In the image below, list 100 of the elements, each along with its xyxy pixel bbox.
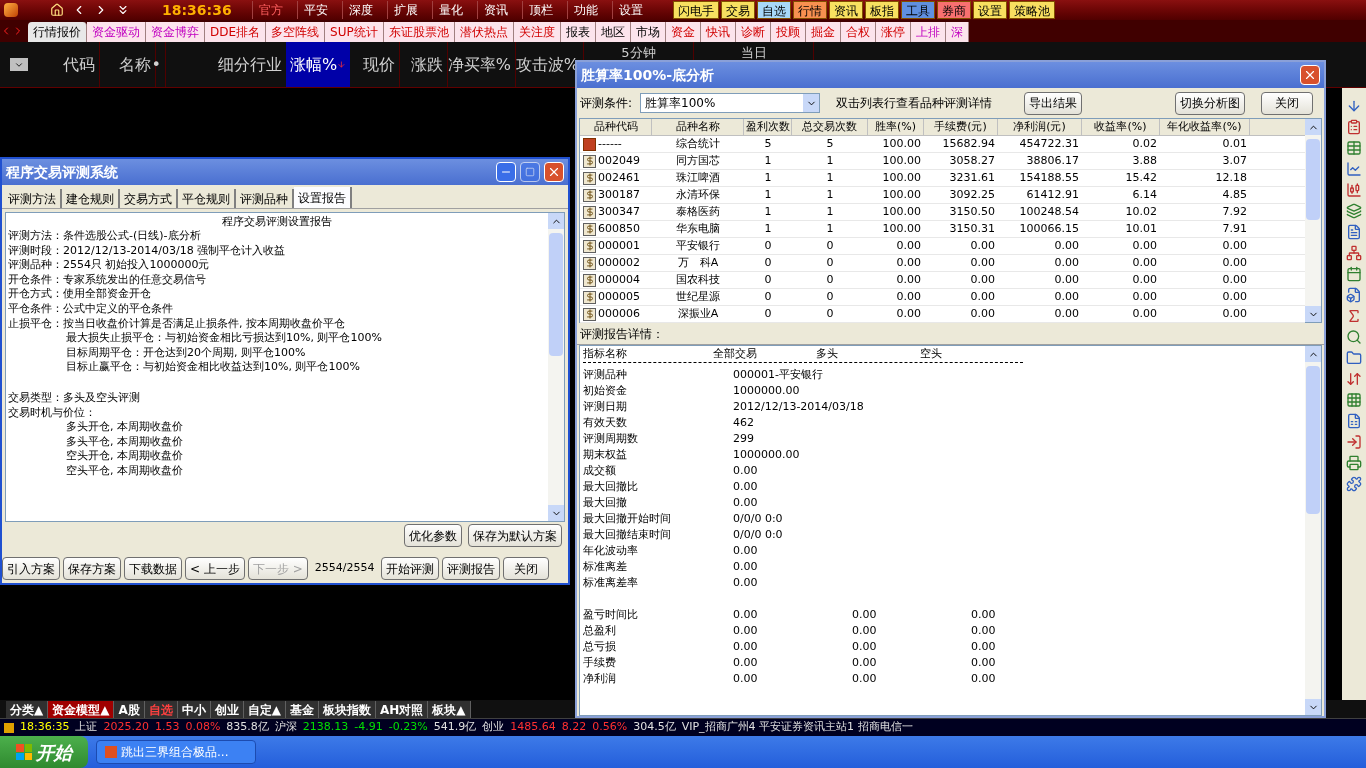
double-chevron-icon[interactable] <box>116 3 130 17</box>
tab[interactable]: 地区 <box>595 22 631 42</box>
quick-button[interactable]: 策略池 <box>1008 1 1055 19</box>
column-header[interactable]: 细分行业 <box>166 42 286 87</box>
tab[interactable]: 资金驱动 <box>87 22 146 42</box>
scroll-down-button[interactable] <box>1305 699 1321 715</box>
quick-button[interactable]: 券商 <box>936 1 971 19</box>
scroll-thumb[interactable] <box>1306 139 1320 221</box>
maximize-button[interactable] <box>520 162 540 182</box>
grid-icon[interactable] <box>1346 392 1362 408</box>
condition-select[interactable]: 胜算率100% <box>640 93 821 113</box>
function-icon[interactable] <box>1346 308 1362 324</box>
tab[interactable]: 潜伏热点 <box>454 22 514 42</box>
column-header[interactable]: 年化收益率(%) <box>1160 119 1250 135</box>
tree-icon[interactable] <box>1346 245 1362 261</box>
column-header[interactable]: 胜率(%) <box>868 119 924 135</box>
scrollbar[interactable] <box>1305 346 1321 715</box>
quick-button[interactable]: 资讯 <box>828 1 863 19</box>
dropdown-button[interactable] <box>10 58 28 71</box>
puzzle-icon[interactable] <box>1346 476 1362 492</box>
dialog-button[interactable]: 关闭 <box>503 557 550 580</box>
spreadsheet-icon[interactable] <box>1346 413 1362 429</box>
line-chart-icon[interactable] <box>1346 161 1362 177</box>
scroll-up-button[interactable] <box>548 213 564 229</box>
tab[interactable]: 上排 <box>910 22 946 42</box>
tab[interactable]: 报表 <box>560 22 596 42</box>
calendar-icon[interactable] <box>1346 266 1362 282</box>
bottom-tab[interactable]: 板块▲ <box>428 700 471 718</box>
chart-button[interactable]: 切换分析图 <box>1175 91 1245 115</box>
column-header[interactable]: 涨幅% <box>286 42 350 87</box>
column-header[interactable]: 手续费(元) <box>924 119 998 135</box>
tab[interactable]: 合权 <box>840 22 876 42</box>
scrollbar[interactable] <box>1305 119 1321 322</box>
column-header[interactable]: 净利润(元) <box>998 119 1082 135</box>
column-header[interactable]: 收益率(%) <box>1082 119 1160 135</box>
quick-button[interactable]: 闪电手 <box>672 1 719 19</box>
menu-item[interactable]: 深度 <box>341 1 379 19</box>
bottom-tab[interactable]: 创业 <box>210 700 244 718</box>
scrollbar[interactable] <box>548 213 564 521</box>
tab[interactable]: 资金博弈 <box>146 22 205 42</box>
up-down-arrows-icon[interactable] <box>1346 371 1362 387</box>
bottom-tab[interactable]: 基金 <box>286 700 319 718</box>
quick-button[interactable]: 设置 <box>972 1 1007 19</box>
column-header[interactable]: 现价 <box>350 42 400 87</box>
quick-button[interactable]: 板指 <box>864 1 899 19</box>
bottom-tab[interactable]: 资金模型▲ <box>48 700 115 718</box>
tab[interactable]: 掘金 <box>805 22 841 42</box>
bottom-tab[interactable]: 自选 <box>144 700 178 718</box>
dialog-button[interactable]: 优化参数 <box>404 524 462 547</box>
column-header[interactable]: 涨跌 <box>400 42 448 87</box>
dropdown-button[interactable] <box>803 94 820 112</box>
column-header[interactable]: • <box>156 42 166 87</box>
search-icon[interactable] <box>1346 329 1362 345</box>
layers-icon[interactable] <box>1346 203 1362 219</box>
menu-item[interactable]: 设置 <box>611 1 649 19</box>
close-dialog-button[interactable]: 关闭 <box>1261 91 1313 115</box>
close-button[interactable] <box>544 162 564 182</box>
scroll-down-button[interactable] <box>548 505 564 521</box>
scroll-thumb[interactable] <box>1306 366 1320 514</box>
dialog-button[interactable]: < 上一步 <box>185 557 245 580</box>
tab[interactable]: 交易方式 <box>120 189 178 208</box>
document-icon[interactable] <box>1346 224 1362 240</box>
menu-item[interactable]: 平安 <box>296 1 334 19</box>
tab[interactable]: 深 <box>945 22 969 42</box>
tab[interactable]: SUP统计 <box>325 22 384 42</box>
dialog-button[interactable]: 评测报告 <box>442 557 501 580</box>
menu-item[interactable]: 功能 <box>566 1 604 19</box>
tab[interactable]: 市场 <box>630 22 666 42</box>
menu-item[interactable]: 顶栏 <box>521 1 559 19</box>
scroll-thumb[interactable] <box>549 233 563 357</box>
dialog-button[interactable]: 保存方案 <box>63 557 121 580</box>
tab[interactable]: 设置报告 <box>294 187 352 208</box>
table-icon[interactable] <box>1346 140 1362 156</box>
tab[interactable]: 快讯 <box>700 22 736 42</box>
minimize-button[interactable] <box>496 162 516 182</box>
scroll-up-button[interactable] <box>1305 119 1321 135</box>
clipboard-icon[interactable] <box>1346 119 1362 135</box>
tab[interactable]: 涨停 <box>875 22 911 42</box>
column-header[interactable]: 总交易次数 <box>792 119 868 135</box>
quick-button[interactable]: 交易 <box>720 1 755 19</box>
tab[interactable]: 多空阵线 <box>266 22 326 42</box>
tab[interactable]: 东证股票池 <box>383 22 455 42</box>
home-icon[interactable] <box>50 3 64 17</box>
menu-item[interactable]: 量化 <box>431 1 469 19</box>
folder-icon[interactable] <box>1346 350 1362 366</box>
tab[interactable]: 诊断 <box>735 22 771 42</box>
menu-item[interactable]: 官方 <box>251 1 289 19</box>
tab[interactable]: 行情报价 <box>28 22 87 42</box>
column-header[interactable]: 净买率% <box>448 42 516 87</box>
tab[interactable]: 建仓规则 <box>62 189 120 208</box>
close-button[interactable] <box>1300 65 1320 85</box>
taskbar-button[interactable]: 跳出三界组合极品... <box>96 740 256 764</box>
tab[interactable]: 资金 <box>665 22 701 42</box>
bottom-tab[interactable]: AH对照 <box>376 700 429 718</box>
column-header[interactable]: 代码 <box>38 42 100 87</box>
dialog-button[interactable]: 保存为默认方案 <box>468 524 562 547</box>
bottom-tab[interactable]: 分类▲ <box>6 700 49 718</box>
quick-button[interactable]: 行情 <box>792 1 827 19</box>
candlestick-icon[interactable] <box>1346 182 1362 198</box>
tab[interactable]: 关注度 <box>513 22 561 42</box>
